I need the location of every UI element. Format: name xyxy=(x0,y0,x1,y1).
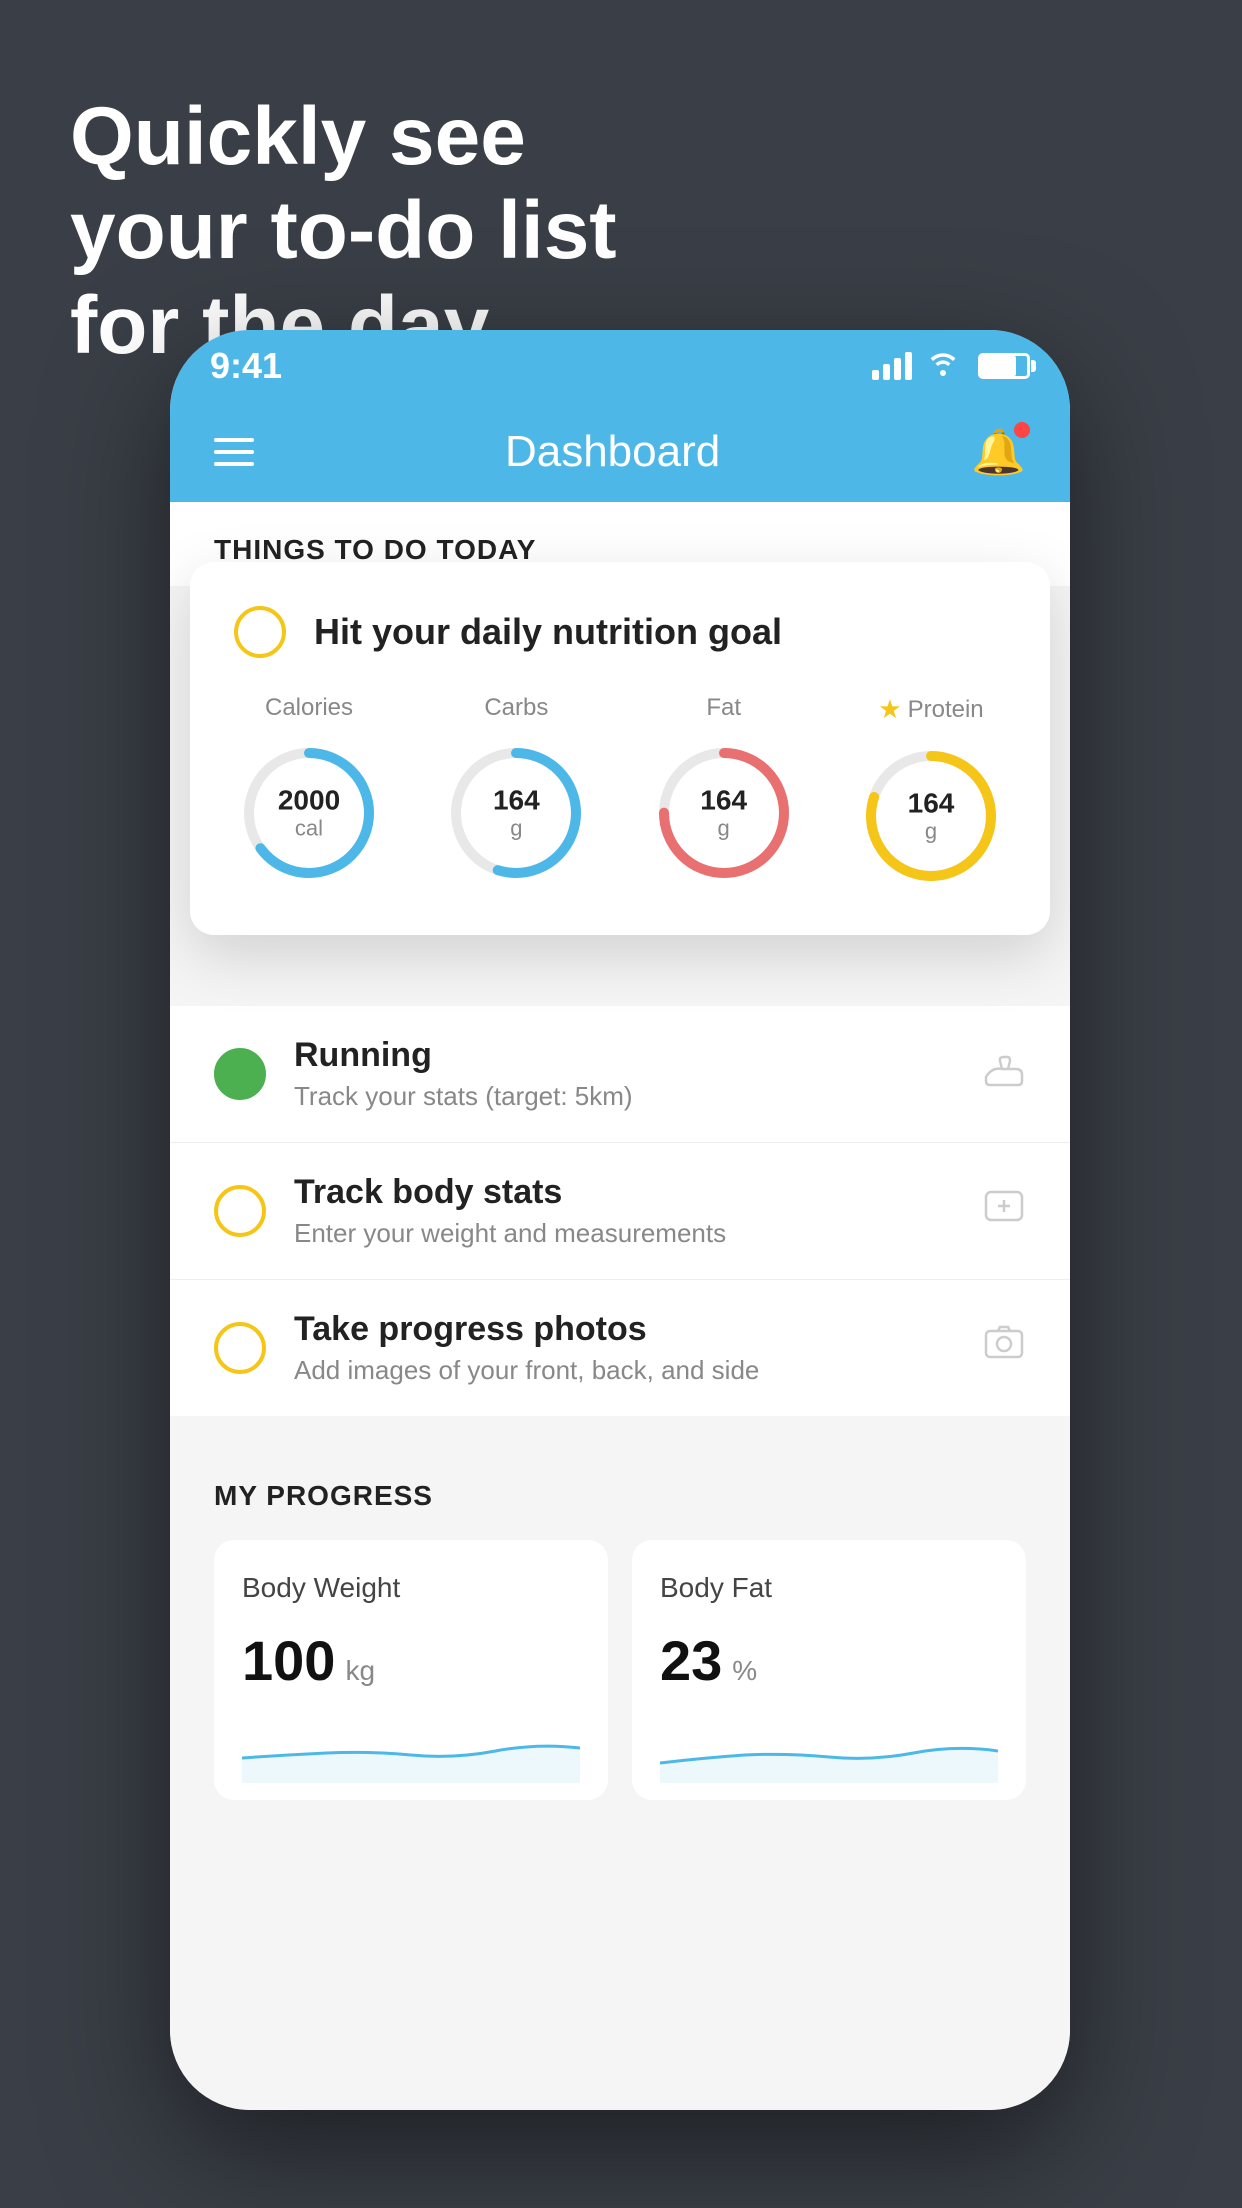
header-title: Dashboard xyxy=(505,427,720,477)
progress-section: MY PROGRESS Body Weight 100 kg B xyxy=(170,1432,1070,1832)
body-stats-checkbox[interactable] xyxy=(214,1185,266,1237)
fat-label: Fat xyxy=(706,694,741,722)
card-title-row: Hit your daily nutrition goal xyxy=(234,606,1006,658)
protein-circle: 164 g xyxy=(856,741,1006,891)
fat-circle: 164 g xyxy=(649,738,799,888)
body-weight-card: Body Weight 100 kg xyxy=(214,1540,608,1800)
hamburger-menu[interactable] xyxy=(214,438,254,466)
calories-unit: cal xyxy=(278,816,340,840)
body-weight-card-title: Body Weight xyxy=(242,1572,580,1604)
body-fat-card: Body Fat 23 % xyxy=(632,1540,1026,1800)
nutrition-checkbox[interactable] xyxy=(234,606,286,658)
shoe-icon xyxy=(982,1049,1026,1099)
star-icon: ★ xyxy=(878,694,901,725)
notification-dot xyxy=(1014,422,1030,438)
bell-icon[interactable]: 🔔 xyxy=(971,426,1026,478)
protein-unit: g xyxy=(908,819,955,843)
protein-label: Protein xyxy=(908,696,984,724)
headline-line2: your to-do list xyxy=(70,184,617,278)
photos-checkbox[interactable] xyxy=(214,1322,266,1374)
nutrition-calories: Calories 2000 cal xyxy=(234,694,384,888)
todo-list: Running Track your stats (target: 5km) T… xyxy=(170,1006,1070,1416)
todo-item-body-stats[interactable]: Track body stats Enter your weight and m… xyxy=(170,1143,1070,1280)
calories-circle: 2000 cal xyxy=(234,738,384,888)
todo-item-photos[interactable]: Take progress photos Add images of your … xyxy=(170,1280,1070,1416)
scale-icon xyxy=(982,1184,1026,1238)
carbs-value: 164 xyxy=(493,786,540,817)
status-bar: 9:41 xyxy=(170,330,1070,402)
battery-icon xyxy=(978,353,1030,379)
body-fat-unit: % xyxy=(732,1655,757,1687)
body-stats-text: Track body stats Enter your weight and m… xyxy=(294,1173,954,1249)
progress-title: MY PROGRESS xyxy=(214,1480,1026,1512)
body-weight-value: 100 xyxy=(242,1628,335,1693)
status-icons xyxy=(872,348,1030,384)
body-weight-unit: kg xyxy=(345,1655,375,1687)
body-stats-subtitle: Enter your weight and measurements xyxy=(294,1218,954,1249)
signal-icon xyxy=(872,352,912,380)
fat-value: 164 xyxy=(700,786,747,817)
headline-line1: Quickly see xyxy=(70,90,617,184)
calories-label: Calories xyxy=(265,694,353,722)
progress-cards: Body Weight 100 kg Body Fat 23 % xyxy=(214,1540,1026,1800)
body-fat-chart xyxy=(660,1713,998,1783)
phone-shell: 9:41 Dashboard 🔔 xyxy=(170,330,1070,2110)
nutrition-card-title: Hit your daily nutrition goal xyxy=(314,611,782,653)
body-fat-value-row: 23 % xyxy=(660,1628,998,1693)
fat-unit: g xyxy=(700,816,747,840)
body-stats-title: Track body stats xyxy=(294,1173,954,1212)
photos-text: Take progress photos Add images of your … xyxy=(294,1310,954,1386)
body-fat-card-title: Body Fat xyxy=(660,1572,998,1604)
running-text: Running Track your stats (target: 5km) xyxy=(294,1036,954,1112)
photos-title: Take progress photos xyxy=(294,1310,954,1349)
carbs-circle: 164 g xyxy=(441,738,591,888)
running-subtitle: Track your stats (target: 5km) xyxy=(294,1081,954,1112)
nutrition-card: Hit your daily nutrition goal Calories 2… xyxy=(190,562,1050,935)
carbs-unit: g xyxy=(493,816,540,840)
phone-content: THINGS TO DO TODAY Hit your daily nutrit… xyxy=(170,502,1070,2110)
protein-label-row: ★ Protein xyxy=(878,694,983,725)
nutrition-grid: Calories 2000 cal Carbs xyxy=(234,694,1006,891)
photos-subtitle: Add images of your front, back, and side xyxy=(294,1355,954,1386)
running-checkbox[interactable] xyxy=(214,1048,266,1100)
photo-icon xyxy=(982,1321,1026,1375)
body-weight-chart xyxy=(242,1713,580,1783)
section-label: THINGS TO DO TODAY xyxy=(214,534,536,565)
todo-item-running[interactable]: Running Track your stats (target: 5km) xyxy=(170,1006,1070,1143)
wifi-icon xyxy=(926,348,960,384)
nutrition-protein: ★ Protein 164 g xyxy=(856,694,1006,891)
app-header: Dashboard 🔔 xyxy=(170,402,1070,502)
nutrition-fat: Fat 164 g xyxy=(649,694,799,888)
running-title: Running xyxy=(294,1036,954,1075)
body-weight-value-row: 100 kg xyxy=(242,1628,580,1693)
nutrition-carbs: Carbs 164 g xyxy=(441,694,591,888)
carbs-label: Carbs xyxy=(484,694,548,722)
calories-value: 2000 xyxy=(278,786,340,817)
protein-value: 164 xyxy=(908,789,955,820)
status-time: 9:41 xyxy=(210,345,282,387)
body-fat-value: 23 xyxy=(660,1628,722,1693)
